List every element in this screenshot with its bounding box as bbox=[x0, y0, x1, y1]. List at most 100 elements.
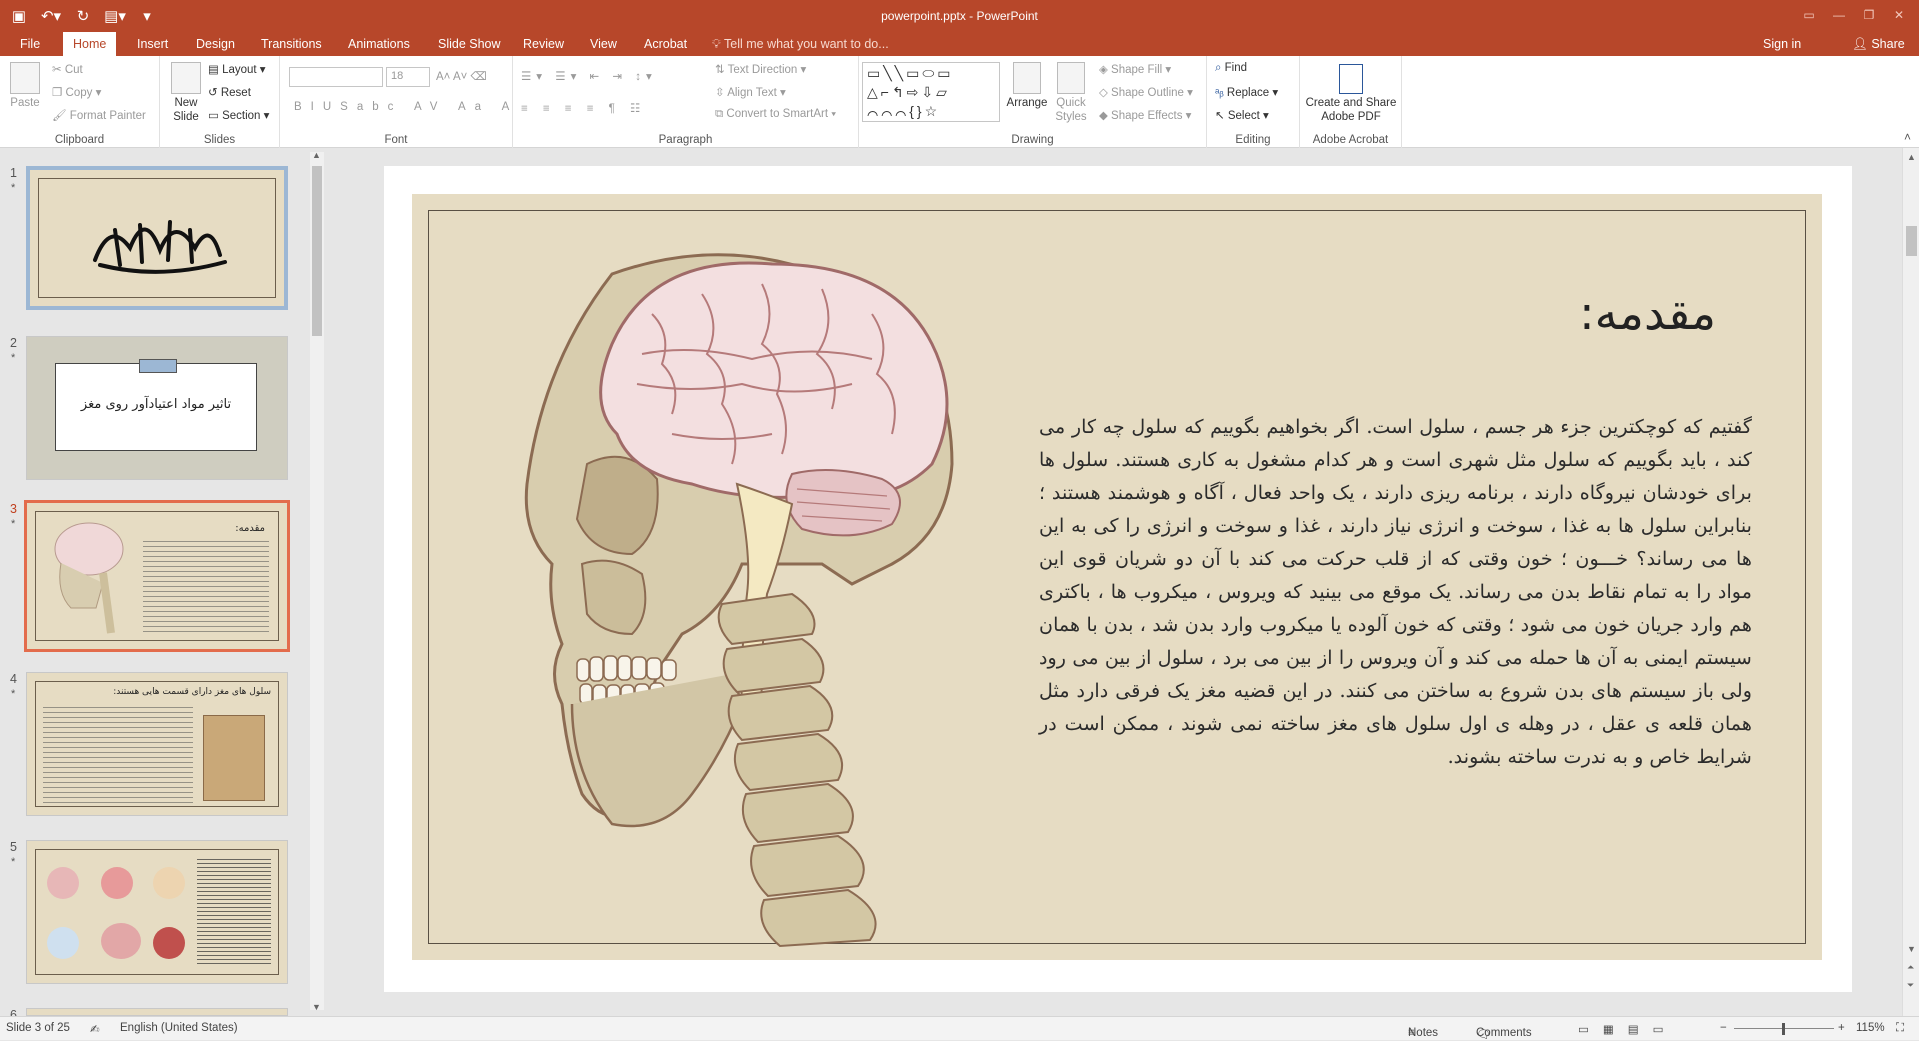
zoom-level[interactable]: 115% bbox=[1856, 1022, 1885, 1034]
slide-vertical-scrollbar[interactable]: ▲ ▼ ⏶ ⏷ bbox=[1902, 148, 1919, 1016]
clipboard-group-label: Clipboard bbox=[54, 134, 105, 146]
cut-label: Cut bbox=[64, 64, 83, 76]
section-label: Section bbox=[222, 110, 261, 122]
tab-view[interactable]: View bbox=[580, 32, 627, 56]
thumbnail-cell-image bbox=[203, 715, 265, 801]
zoom-in-icon[interactable]: + bbox=[1838, 1022, 1845, 1034]
tab-insert[interactable]: Insert bbox=[127, 32, 178, 56]
scroll-up-icon[interactable]: ▲ bbox=[312, 150, 321, 160]
slide-body-text[interactable]: گفتیم که کوچکترین جزء هر جسم ، سلول است.… bbox=[1039, 410, 1752, 773]
thumbnail-number: 1 bbox=[10, 166, 17, 180]
create-share-pdf-button[interactable]: Create and Share Adobe PDF bbox=[1304, 64, 1398, 124]
shape-effects-button[interactable]: ◆ Shape Effects ▾ bbox=[1099, 108, 1191, 122]
slide-title[interactable]: مقدمه: bbox=[1579, 286, 1716, 340]
replace-button[interactable]: ᵃᵦ Replace ▾ bbox=[1215, 85, 1278, 99]
zoom-slider-thumb[interactable] bbox=[1782, 1023, 1785, 1035]
new-slide-button[interactable]: New Slide bbox=[166, 62, 206, 124]
tab-acrobat[interactable]: Acrobat bbox=[634, 32, 697, 56]
select-icon: ↖ bbox=[1215, 110, 1225, 122]
shape-outline-button[interactable]: ◇ Shape Outline ▾ bbox=[1099, 85, 1193, 99]
section-button[interactable]: ▭ Section ▾ bbox=[208, 108, 269, 122]
scroll-thumb[interactable] bbox=[1906, 226, 1917, 256]
window-title: powerpoint.pptx - PowerPoint bbox=[881, 9, 1038, 23]
slide-thumbnail-4[interactable]: سلول های مغز دارای قسمت هایی هستند: bbox=[26, 672, 288, 816]
scroll-thumb[interactable] bbox=[312, 166, 322, 336]
editing-group: ⌕ Find ᵃᵦ Replace ▾ ↖ Select ▾ Editing bbox=[1207, 56, 1300, 148]
view-buttons[interactable]: ▭▦▤▭ bbox=[1578, 1022, 1677, 1036]
find-label: Find bbox=[1224, 62, 1248, 74]
zoom-out-icon[interactable]: − bbox=[1720, 1022, 1727, 1034]
animation-star-icon: * bbox=[11, 518, 16, 530]
person-icon: 👤︎ bbox=[1852, 37, 1872, 51]
thumbnail-scrollbar[interactable]: ▲ ▼ bbox=[310, 150, 324, 1012]
tab-file[interactable]: File bbox=[10, 32, 50, 56]
tell-me-search[interactable]: 💡︎ Tell me what you want to do... bbox=[712, 32, 889, 56]
tab-home[interactable]: Home bbox=[63, 32, 117, 57]
text-direction-button[interactable]: ⇅ Text Direction ▾ bbox=[715, 62, 806, 76]
tab-transitions[interactable]: Transitions bbox=[251, 32, 332, 56]
reset-button[interactable]: ↺ Reset bbox=[208, 85, 251, 99]
slide-counter: Slide 3 of 25 bbox=[6, 1022, 70, 1034]
align-text-button[interactable]: ⇳ Align Text ▾ bbox=[715, 85, 786, 99]
tab-review[interactable]: Review bbox=[513, 32, 574, 56]
slide-thumbnail-2[interactable]: تاثیر مواد اعتیادآور روی مغز bbox=[26, 336, 288, 480]
minimize-icon[interactable]: — bbox=[1825, 4, 1853, 26]
arrange-button[interactable]: Arrange bbox=[1005, 62, 1049, 110]
close-icon[interactable]: ✕ bbox=[1885, 4, 1913, 26]
thumbnail-body-lines bbox=[143, 541, 269, 633]
scroll-down-icon[interactable]: ▼ bbox=[1907, 944, 1916, 954]
alignment-buttons[interactable]: ≡ ≡ ≡ ≡ ¶ ☷ bbox=[521, 101, 646, 115]
quick-styles-button[interactable]: Quick Styles bbox=[1051, 62, 1091, 124]
animation-star-icon: * bbox=[11, 688, 16, 700]
scroll-up-icon[interactable]: ▲ bbox=[1907, 152, 1916, 162]
cut-button[interactable]: ✂ Cut bbox=[52, 62, 83, 76]
ribbon-display-options-icon[interactable]: ▭ bbox=[1795, 4, 1823, 26]
tab-slide-show[interactable]: Slide Show bbox=[428, 32, 511, 56]
slide[interactable]: مقدمه: گفتیم که کوچکترین جزء هر جسم ، سل… bbox=[412, 194, 1822, 960]
editing-group-label: Editing bbox=[1235, 134, 1271, 146]
font-name-input[interactable] bbox=[289, 67, 383, 87]
spellcheck-icon[interactable]: ✍︎ bbox=[90, 1022, 100, 1036]
layout-button[interactable]: ▤ Layout ▾ bbox=[208, 62, 266, 76]
font-format-buttons[interactable]: BIUSabc AV Aa A bbox=[294, 101, 518, 113]
font-size-controls[interactable]: A˄ A˅ ⌫ bbox=[436, 69, 487, 83]
convert-smartart-label: Convert to SmartArt bbox=[726, 108, 829, 120]
previous-slide-icon[interactable]: ⏶ bbox=[1907, 962, 1914, 973]
animation-star-icon: * bbox=[11, 352, 16, 364]
paragraph-group: ☰▾ ☰▾ ⇤ ⇥ ↕▾ ≡ ≡ ≡ ≡ ¶ ☷ ⇅ Text Directio… bbox=[513, 56, 859, 148]
sign-in-link[interactable]: Sign in bbox=[1763, 32, 1801, 56]
shape-effects-label: Shape Effects bbox=[1111, 110, 1183, 122]
select-button[interactable]: ↖ Select ▾ bbox=[1215, 108, 1269, 122]
convert-smartart-button[interactable]: ⧉ Convert to SmartArt ▾ bbox=[715, 108, 836, 121]
language-indicator[interactable]: English (United States) bbox=[120, 1022, 238, 1034]
collapse-ribbon-icon[interactable]: ˄ bbox=[1904, 130, 1911, 144]
shapes-gallery[interactable]: ▭╲╲▭⬭▭ △⌐↰⇨⇩▱ ⌒⌒⌒{}☆ bbox=[862, 62, 1000, 122]
find-button[interactable]: ⌕ Find bbox=[1215, 62, 1247, 75]
select-label: Select bbox=[1227, 110, 1260, 122]
slide-thumbnail-6[interactable] bbox=[26, 1008, 288, 1016]
restore-icon[interactable]: ❐ bbox=[1855, 4, 1883, 26]
copy-button[interactable]: ❐ Copy ▾ bbox=[52, 85, 101, 99]
list-indent-buttons[interactable]: ☰▾ ☰▾ ⇤ ⇥ ↕▾ bbox=[521, 69, 657, 83]
slide-thumbnail-3[interactable]: مقدمه: bbox=[24, 500, 290, 652]
find-icon: ⌕ bbox=[1215, 62, 1222, 74]
format-painter-button[interactable]: 🖌︎ Format Painter bbox=[52, 108, 146, 122]
create-share-pdf-label: Create and Share Adobe PDF bbox=[1305, 97, 1397, 123]
tab-animations[interactable]: Animations bbox=[338, 32, 420, 56]
acrobat-group-label: Adobe Acrobat bbox=[1312, 134, 1389, 146]
ribbon-tabs: File Home Insert Design Transitions Anim… bbox=[0, 32, 1919, 57]
slide-thumbnail-5[interactable] bbox=[26, 840, 288, 984]
paste-button[interactable]: Paste bbox=[8, 62, 42, 110]
tab-design[interactable]: Design bbox=[186, 32, 245, 56]
thumbnail-diagram bbox=[41, 857, 191, 967]
thumbnail-title-text: مقدمه: bbox=[235, 523, 265, 534]
share-button[interactable]: 👤︎ Share bbox=[1852, 32, 1905, 56]
font-size-input[interactable]: 18 bbox=[386, 67, 430, 87]
replace-icon: ᵃᵦ bbox=[1215, 87, 1224, 99]
shape-fill-button[interactable]: ◈ Shape Fill ▾ bbox=[1099, 62, 1171, 76]
paragraph-group-label: Paragraph bbox=[658, 134, 713, 146]
scroll-down-icon[interactable]: ▼ bbox=[312, 1002, 321, 1012]
slide-thumbnail-1[interactable] bbox=[26, 166, 288, 310]
fit-slide-icon[interactable]: ⛶ bbox=[1896, 1022, 1904, 1035]
next-slide-icon[interactable]: ⏷ bbox=[1907, 980, 1914, 991]
